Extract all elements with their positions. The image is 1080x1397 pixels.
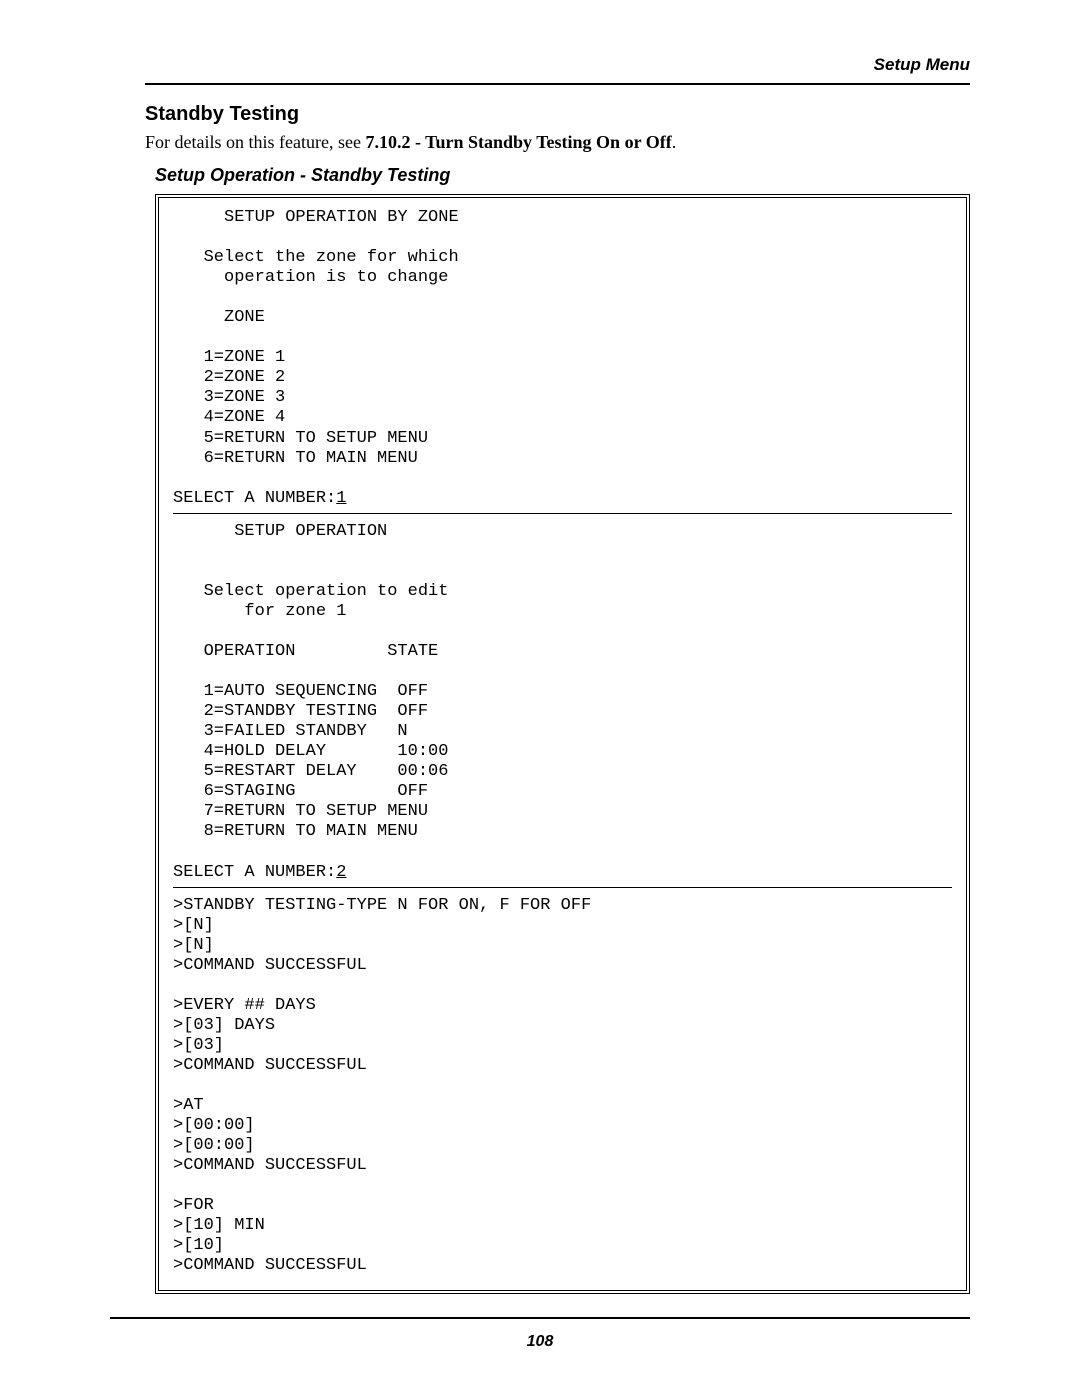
intro-end: . xyxy=(672,132,677,152)
page: Setup Menu Standby Testing For details o… xyxy=(0,0,1080,1339)
b1-select-label: SELECT A NUMBER: xyxy=(173,489,336,508)
page-number: 108 xyxy=(0,1333,1080,1351)
cmd-13: >COMMAND SUCCESSFUL xyxy=(173,1156,367,1175)
b1-zone-label: ZONE xyxy=(173,308,265,327)
b2-opt-6: 7=RETURN TO SETUP MENU xyxy=(173,802,428,821)
b1-opt-3: 4=ZONE 4 xyxy=(173,408,285,427)
b2-prompt1: Select operation to edit xyxy=(173,582,448,601)
divider-1 xyxy=(173,513,952,514)
b1-opt-4: 5=RETURN TO SETUP MENU xyxy=(173,429,428,448)
cmd-0: >STANDBY TESTING-TYPE N FOR ON, F FOR OF… xyxy=(173,896,591,915)
intro-text: For details on this feature, see 7.10.2 … xyxy=(145,132,970,153)
section-title: Standby Testing xyxy=(145,103,970,126)
cmd-3: >COMMAND SUCCESSFUL xyxy=(173,956,367,975)
b2-opt-2: 3=FAILED STANDBY N xyxy=(173,722,408,741)
footer-rule xyxy=(110,1317,970,1319)
b2-opt-0: 1=AUTO SEQUENCING OFF xyxy=(173,682,428,701)
b1-prompt1: Select the zone for which xyxy=(173,248,459,267)
b2-opt-5: 6=STAGING OFF xyxy=(173,782,428,801)
sub-title: Setup Operation - Standby Testing xyxy=(155,165,970,186)
header-label: Setup Menu xyxy=(145,55,970,75)
b1-opt-2: 3=ZONE 3 xyxy=(173,388,285,407)
cmd-11: >[00:00] xyxy=(173,1116,255,1135)
intro-plain: For details on this feature, see xyxy=(145,132,365,152)
header-rule xyxy=(145,83,970,85)
b1-title: SETUP OPERATION BY ZONE xyxy=(173,208,459,227)
b2-select-value: 2 xyxy=(336,863,346,882)
divider-2 xyxy=(173,887,952,888)
cmd-12: >[00:00] xyxy=(173,1136,255,1155)
b2-opt-4: 5=RESTART DELAY 00:06 xyxy=(173,762,448,781)
b1-opt-5: 6=RETURN TO MAIN MENU xyxy=(173,449,418,468)
cmd-18: >COMMAND SUCCESSFUL xyxy=(173,1256,367,1275)
b1-opt-1: 2=ZONE 2 xyxy=(173,368,285,387)
cmd-2: >[N] xyxy=(173,936,214,955)
cmd-5: >EVERY ## DAYS xyxy=(173,996,316,1015)
b2-title: SETUP OPERATION xyxy=(173,522,387,541)
cmd-10: >AT xyxy=(173,1096,204,1115)
b1-opt-0: 1=ZONE 1 xyxy=(173,348,285,367)
b2-header: OPERATION STATE xyxy=(173,642,438,661)
b2-opt-1: 2=STANDBY TESTING OFF xyxy=(173,702,428,721)
terminal-box: SETUP OPERATION BY ZONE Select the zone … xyxy=(155,194,970,1294)
cmd-6: >[03] DAYS xyxy=(173,1016,275,1035)
cmd-16: >[10] MIN xyxy=(173,1216,265,1235)
b2-opt-7: 8=RETURN TO MAIN MENU xyxy=(173,822,418,841)
cmd-17: >[10] xyxy=(173,1236,224,1255)
b1-prompt2: operation is to change xyxy=(173,268,448,287)
cmd-8: >COMMAND SUCCESSFUL xyxy=(173,1056,367,1075)
cmd-1: >[N] xyxy=(173,916,214,935)
b2-prompt2: for zone 1 xyxy=(173,602,346,621)
cmd-15: >FOR xyxy=(173,1196,214,1215)
b2-select-label: SELECT A NUMBER: xyxy=(173,863,336,882)
b1-select-value: 1 xyxy=(336,489,346,508)
intro-bold: 7.10.2 - Turn Standby Testing On or Off xyxy=(365,132,671,152)
b2-opt-3: 4=HOLD DELAY 10:00 xyxy=(173,742,448,761)
cmd-7: >[03] xyxy=(173,1036,224,1055)
